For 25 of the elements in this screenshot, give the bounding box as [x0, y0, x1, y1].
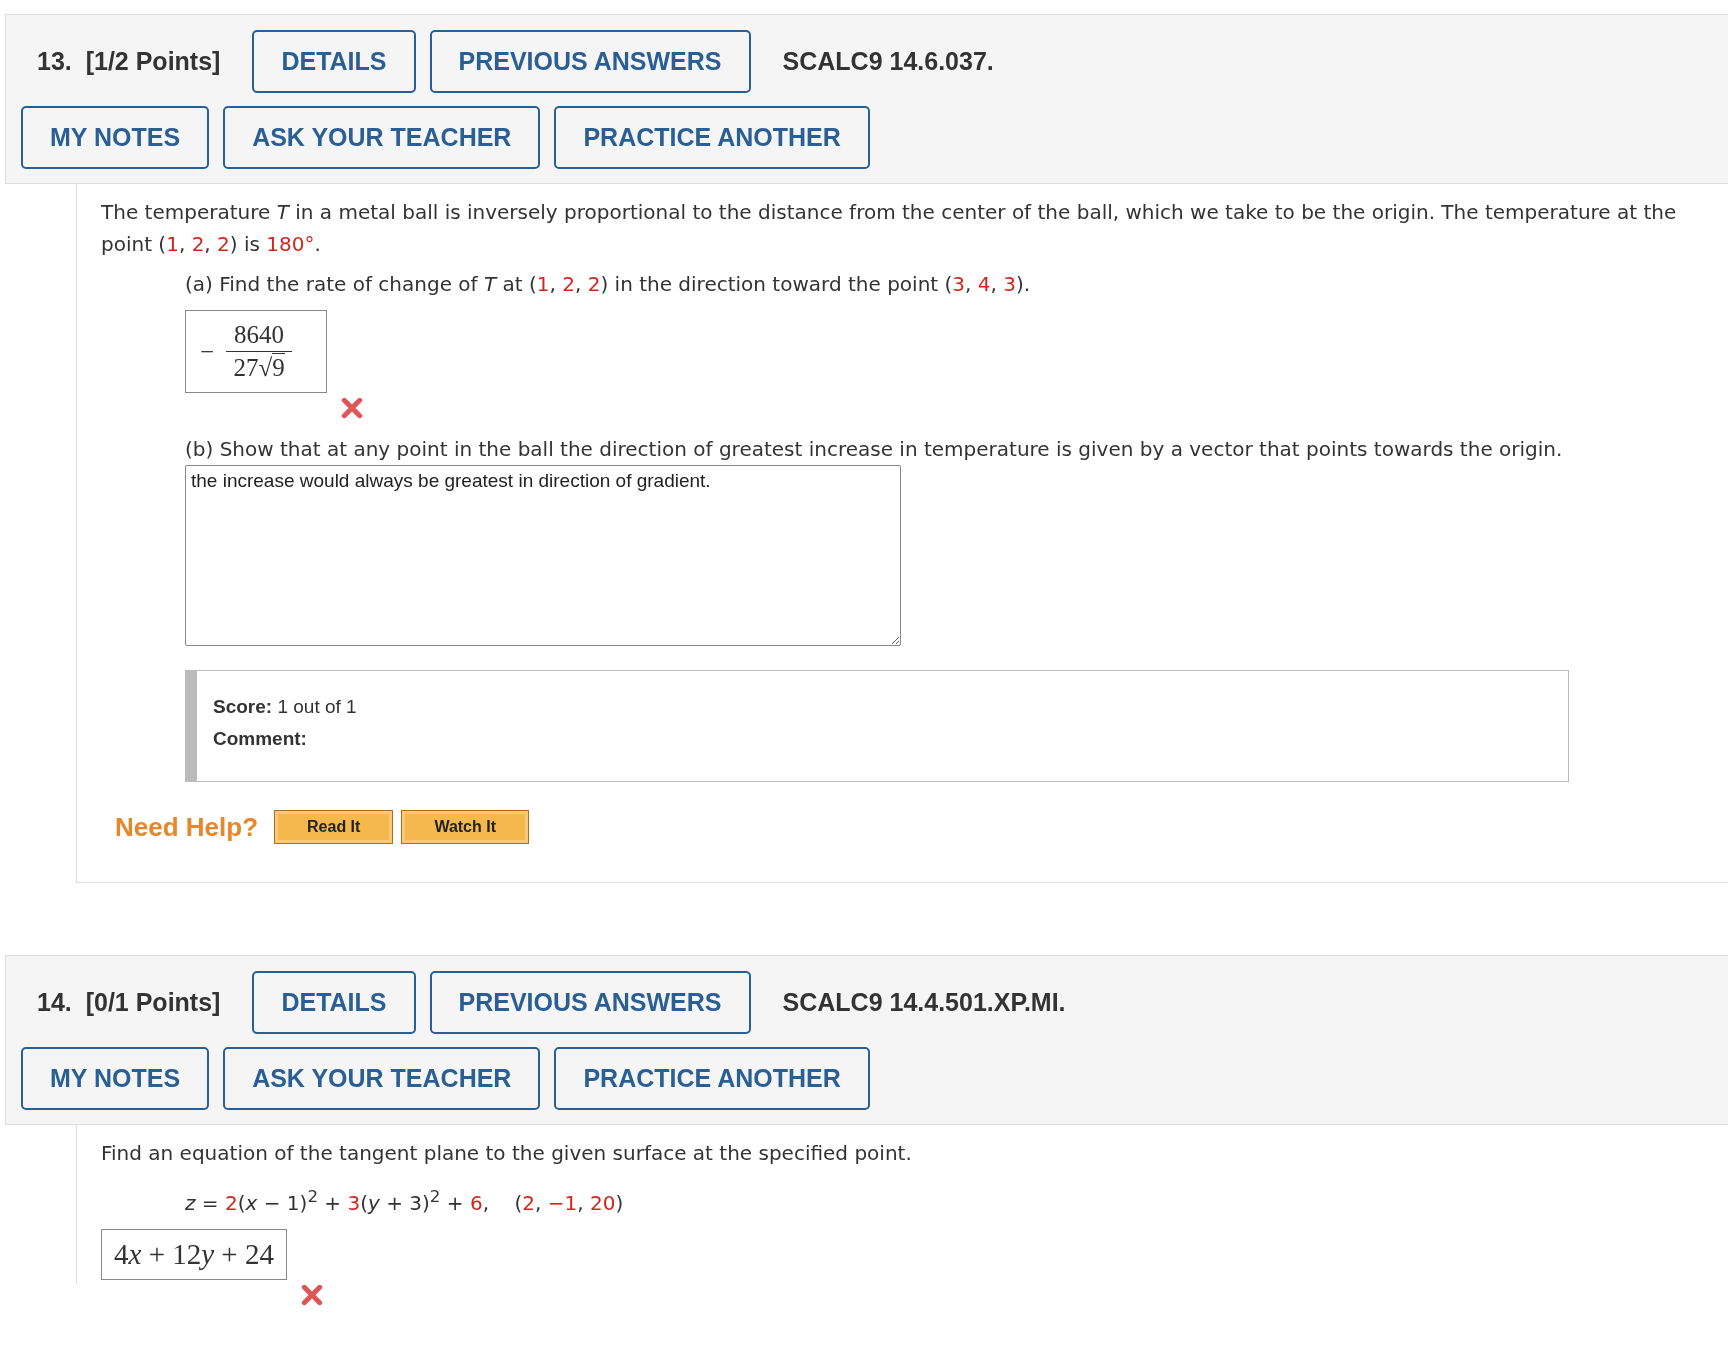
question-text: (a) Find the rate of change of T at (1, 2, 2) in the direction toward the point (3, 4, 3).: [185, 271, 1032, 298]
question-text: The temperature T in a metal ball is inversely proportional to the distance from the center of the ball, which we take to be the origin. The temperature at the point (1, 2, 2) is 180°.: [101, 199, 1678, 258]
header-button[interactable]: PRACTICE ANOTHER: [554, 106, 870, 169]
header-button[interactable]: DETAILS: [252, 30, 416, 93]
question-points: 13. [1/2 Points]: [36, 47, 222, 76]
answer-field[interactable]: the increase would always be greatest in direction of gradient.: [185, 465, 901, 646]
question-text: (b) Show that at any point in the ball the direction of greatest increase in temperature is given by a vector that points towards the origin.: [185, 436, 1564, 463]
equation: z = 2(x − 1)$^{2}$ + 3(y + 3)$^{2}$ + 6, (2, −1, 20): [185, 1186, 625, 1217]
header-button[interactable]: PREVIOUS ANSWERS: [429, 30, 751, 93]
header-button[interactable]: PRACTICE ANOTHER: [554, 1047, 870, 1110]
need-help-label: Need Help?: [115, 811, 259, 843]
header-button[interactable]: PREVIOUS ANSWERS: [429, 971, 751, 1034]
answer-field[interactable]: 4x + 12y + 24: [101, 1228, 287, 1280]
header-button[interactable]: MY NOTES: [21, 106, 210, 169]
score-panel: Score: 1 out of 1 Comment:: [185, 670, 1569, 782]
header-button[interactable]: DETAILS: [252, 971, 416, 1034]
header-button[interactable]: ASK YOUR TEACHER: [223, 106, 541, 169]
question-text: Find an equation of the tangent plane to the given surface at the specified point.: [101, 1140, 913, 1167]
question-points: 14. [0/1 Points]: [36, 988, 222, 1017]
question-code: SCALC9 14.4.501.XP.MI.: [782, 988, 1066, 1017]
header-button[interactable]: MY NOTES: [21, 1047, 210, 1110]
help-button[interactable]: Read It: [274, 810, 394, 844]
question-code: SCALC9 14.6.037.: [782, 47, 994, 76]
header-button[interactable]: ASK YOUR TEACHER: [223, 1047, 541, 1110]
help-button[interactable]: Watch It: [401, 810, 529, 844]
